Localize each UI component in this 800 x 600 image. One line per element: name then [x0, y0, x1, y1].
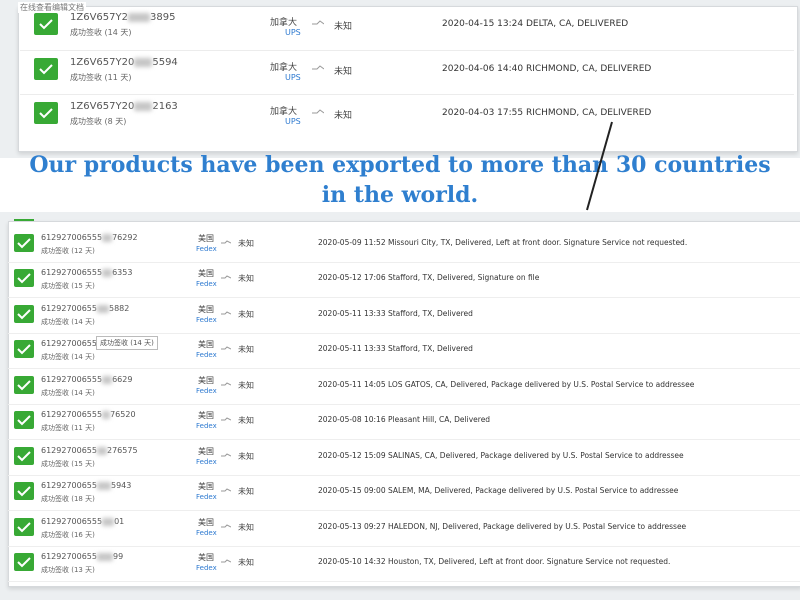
latest-event: 2020-05-11 14:05 LOS GATOS, CA, Delivere…: [318, 380, 695, 389]
carrier-name: Fedex: [196, 422, 217, 430]
tracking-number[interactable]: 61292700655 5943: [41, 481, 131, 490]
delivery-status: 成功签收 (14 天): [41, 389, 95, 397]
destination-country: 美国: [198, 269, 214, 278]
tracking-number[interactable]: 61292700655 99: [41, 552, 123, 561]
carrier-name: Fedex: [196, 387, 217, 395]
latest-event: 2020-05-12 17:06 Stafford, TX, Delivered…: [318, 273, 540, 282]
carrier-name: Fedex: [196, 529, 217, 537]
check-icon[interactable]: [14, 553, 34, 571]
destination-country: 美国: [198, 340, 214, 349]
latest-event: 2020-05-10 14:32 Houston, TX, Delivered,…: [318, 557, 671, 566]
check-icon[interactable]: [14, 234, 34, 252]
destination-status: 未知: [238, 239, 254, 248]
delivery-status: 成功签收 (15 天): [41, 460, 95, 468]
destination-country: 美国: [198, 553, 214, 562]
destination-status: 未知: [238, 381, 254, 390]
check-icon[interactable]: [14, 305, 34, 323]
carrier-name: Fedex: [196, 280, 217, 288]
check-icon[interactable]: [14, 269, 34, 287]
destination-country: 美国: [198, 482, 214, 491]
tracking-number[interactable]: 612927006555 6353: [41, 268, 132, 277]
destination-status: 未知: [238, 416, 254, 425]
delivery-status: 成功签收 (18 天): [41, 495, 95, 503]
check-icon[interactable]: [14, 411, 34, 429]
tracking-number[interactable]: 612927006555 6629: [41, 375, 132, 384]
carrier-name: Fedex: [196, 245, 217, 253]
destination-status: 未知: [238, 558, 254, 567]
check-icon[interactable]: [14, 340, 34, 358]
delivery-status: 成功签收 (12 天): [41, 247, 95, 255]
fedex-tracking-row[interactable]: 61292700655 5943 成功签收 (18 天) 美国 Fedex 未知 …: [8, 475, 800, 511]
delivery-status: 成功签收 (14 天): [41, 318, 95, 326]
arrow-icon: [221, 382, 231, 386]
carrier-name: Fedex: [196, 564, 217, 572]
status-tooltip: 成功签收 (14 天): [96, 336, 158, 350]
check-icon[interactable]: [14, 518, 34, 536]
arrow-icon: [221, 275, 231, 279]
check-icon[interactable]: [14, 376, 34, 394]
arrow-icon: [221, 417, 231, 421]
delivery-status: 成功签收 (14 天): [41, 353, 95, 361]
tracking-number[interactable]: 61292700655 276575: [41, 446, 138, 455]
destination-country: 美国: [198, 305, 214, 314]
latest-event: 2020-05-15 09:00 SALEM, MA, Delivered, P…: [318, 486, 679, 495]
fedex-tracking-row[interactable]: 612927006555 76520 成功签收 (11 天) 美国 Fedex 未…: [8, 404, 800, 440]
tracking-number[interactable]: 61292700655 5882: [41, 304, 129, 313]
fedex-tracking-row[interactable]: 61292700655 99 成功签收 (13 天) 美国 Fedex 未知 20…: [8, 546, 800, 582]
destination-status: 未知: [238, 452, 254, 461]
arrow-icon: [221, 311, 231, 315]
latest-event: 2020-05-09 11:52 Missouri City, TX, Deli…: [318, 238, 688, 247]
check-icon[interactable]: [14, 482, 34, 500]
tracking-number[interactable]: 61292700655: [41, 339, 97, 348]
delivery-status: 成功签收 (15 天): [41, 282, 95, 290]
carrier-name: Fedex: [196, 458, 217, 466]
latest-event: 2020-05-11 13:33 Stafford, TX, Delivered: [318, 309, 473, 318]
fedex-tracking-row[interactable]: 612927006555 6629 成功签收 (14 天) 美国 Fedex 未知…: [8, 369, 800, 405]
arrow-icon: [221, 488, 231, 492]
arrow-icon: [221, 240, 231, 244]
fedex-tracking-row[interactable]: 61292700655 5882 成功签收 (14 天) 美国 Fedex 未知 …: [8, 298, 800, 334]
tracking-number[interactable]: 612927006555 01: [41, 517, 124, 526]
delivery-status: 成功签收 (13 天): [41, 566, 95, 574]
destination-country: 美国: [198, 411, 214, 420]
latest-event: 2020-05-08 10:16 Pleasant Hill, CA, Deli…: [318, 415, 491, 424]
arrow-icon: [221, 524, 231, 528]
destination-status: 未知: [238, 274, 254, 283]
arrow-icon: [221, 453, 231, 457]
destination-country: 美国: [198, 376, 214, 385]
destination-country: 美国: [198, 518, 214, 527]
destination-country: 美国: [198, 234, 214, 243]
carrier-name: Fedex: [196, 351, 217, 359]
destination-country: 美国: [198, 447, 214, 456]
tracking-number[interactable]: 612927006555 76520: [41, 410, 136, 419]
delivery-status: 成功签收 (11 天): [41, 424, 95, 432]
arrow-icon: [221, 346, 231, 350]
tracking-number[interactable]: 612927006555 76292: [41, 233, 138, 242]
destination-status: 未知: [238, 345, 254, 354]
latest-event: 2020-05-11 13:33 Stafford, TX, Delivered: [318, 344, 473, 353]
latest-event: 2020-05-13 09:27 HALEDON, NJ, Delivered,…: [318, 522, 687, 531]
destination-status: 未知: [238, 523, 254, 532]
arrow-icon: [221, 559, 231, 563]
carrier-name: Fedex: [196, 316, 217, 324]
fedex-tracking-row[interactable]: 612927006555 6353 成功签收 (15 天) 美国 Fedex 未知…: [8, 262, 800, 298]
fedex-tracking-row[interactable]: 612927006555 76292 成功签收 (12 天) 美国 Fedex 未…: [8, 227, 800, 263]
latest-event: 2020-05-12 15:09 SALINAS, CA, Delivered,…: [318, 451, 684, 460]
check-icon[interactable]: [14, 447, 34, 465]
destination-status: 未知: [238, 487, 254, 496]
carrier-name: Fedex: [196, 493, 217, 501]
destination-status: 未知: [238, 310, 254, 319]
decorative-stroke: [586, 121, 613, 211]
fedex-tracking-row[interactable]: 612927006555 01 成功签收 (16 天) 美国 Fedex 未知 2…: [8, 511, 800, 547]
fedex-tracking-row[interactable]: 61292700655 276575 成功签收 (15 天) 美国 Fedex 未…: [8, 440, 800, 476]
delivery-status: 成功签收 (16 天): [41, 531, 95, 539]
